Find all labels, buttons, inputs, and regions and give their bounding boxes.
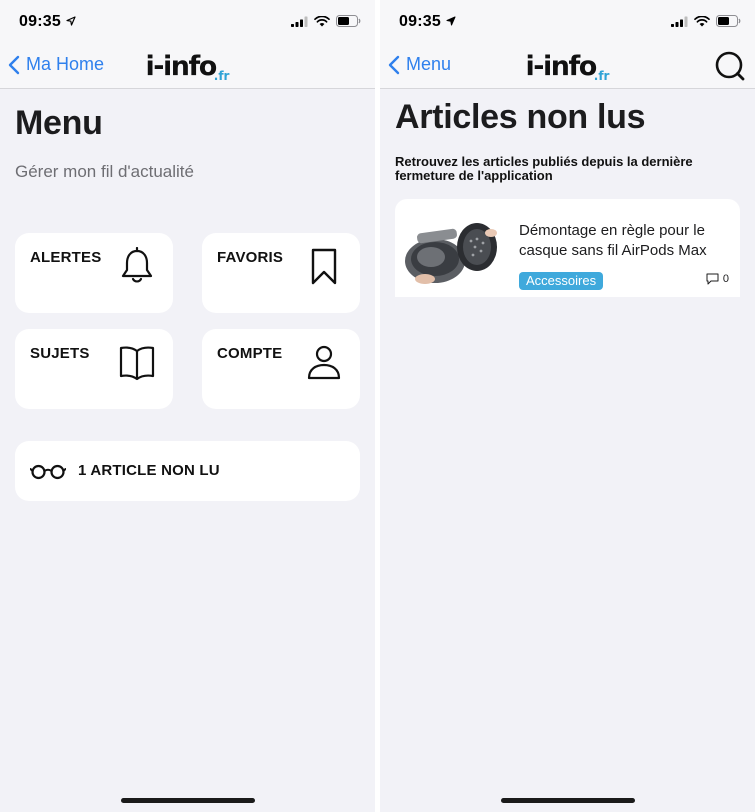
page-title: Menu	[15, 104, 103, 142]
home-indicator[interactable]	[501, 798, 635, 803]
menu-screen: 09:35 Ma Home i-info .fr Menu Gérer mon …	[0, 0, 375, 812]
comment-icon	[706, 273, 719, 285]
back-button-label: Menu	[406, 54, 452, 74]
tile-label: COMPTE	[217, 345, 283, 362]
compte-tile[interactable]: COMPTE	[202, 329, 360, 409]
bell-icon	[121, 247, 153, 283]
sujets-tile[interactable]: SUJETS	[15, 329, 173, 409]
status-bar: 09:35	[380, 0, 755, 44]
article-thumbnail	[405, 217, 499, 287]
article-card[interactable]: Démontage en règle pour le casque sans f…	[395, 199, 740, 297]
favoris-tile[interactable]: FAVORIS	[202, 233, 360, 313]
status-time: 09:35	[399, 13, 441, 30]
navigation-bar: Ma Home i-info .fr	[0, 44, 375, 89]
unread-articles-label: 1 ARTICLE NON LU	[78, 462, 220, 479]
status-indicators	[291, 15, 361, 27]
wifi-icon	[314, 15, 330, 26]
logo-tld: .fr	[593, 69, 610, 83]
comment-count: 0	[706, 273, 729, 285]
page-subtitle: Gérer mon fil d'actualité	[15, 162, 194, 181]
category-badge[interactable]: Accessoires	[519, 272, 604, 290]
logo-main: i-info	[145, 51, 218, 82]
tile-label: FAVORIS	[217, 249, 284, 266]
home-indicator[interactable]	[121, 798, 255, 803]
status-bar: 09:35	[0, 0, 375, 44]
alertes-tile[interactable]: ALERTES	[15, 233, 173, 313]
search-icon[interactable]	[713, 49, 747, 83]
location-arrow-icon	[446, 16, 456, 26]
status-indicators	[671, 15, 741, 27]
tile-label: SUJETS	[30, 345, 90, 362]
unread-articles-button[interactable]: 1 ARTICLE NON LU	[15, 441, 360, 501]
cellular-signal-icon	[291, 16, 308, 27]
back-button[interactable]: Menu	[388, 54, 451, 75]
comment-count-value: 0	[722, 273, 729, 285]
glasses-icon	[30, 464, 66, 480]
battery-icon	[336, 15, 361, 27]
location-arrow-icon	[66, 16, 76, 26]
app-logo: i-info .fr	[145, 50, 230, 83]
chevron-left-icon	[8, 55, 20, 74]
navigation-bar: Menu i-info .fr	[380, 44, 755, 89]
article-title: Démontage en règle pour le casque sans f…	[519, 222, 707, 259]
wifi-icon	[694, 15, 710, 26]
cellular-signal-icon	[671, 16, 688, 27]
back-button-label: Ma Home	[26, 54, 105, 74]
person-icon	[307, 345, 341, 380]
back-button[interactable]: Ma Home	[8, 54, 104, 75]
app-logo: i-info .fr	[525, 50, 610, 83]
page-description: Retrouvez les articles publiés depuis la…	[395, 154, 693, 183]
book-icon	[119, 346, 155, 381]
battery-icon	[716, 15, 741, 27]
status-time: 09:35	[19, 13, 61, 30]
bookmark-icon	[311, 248, 337, 285]
logo-main: i-info	[525, 51, 598, 82]
unread-articles-screen: 09:35 Menu i-info .fr Articles non lus R…	[380, 0, 755, 812]
logo-tld: .fr	[213, 69, 230, 83]
page-title: Articles non lus	[395, 98, 646, 136]
tile-label: ALERTES	[30, 249, 102, 266]
chevron-left-icon	[388, 55, 400, 74]
